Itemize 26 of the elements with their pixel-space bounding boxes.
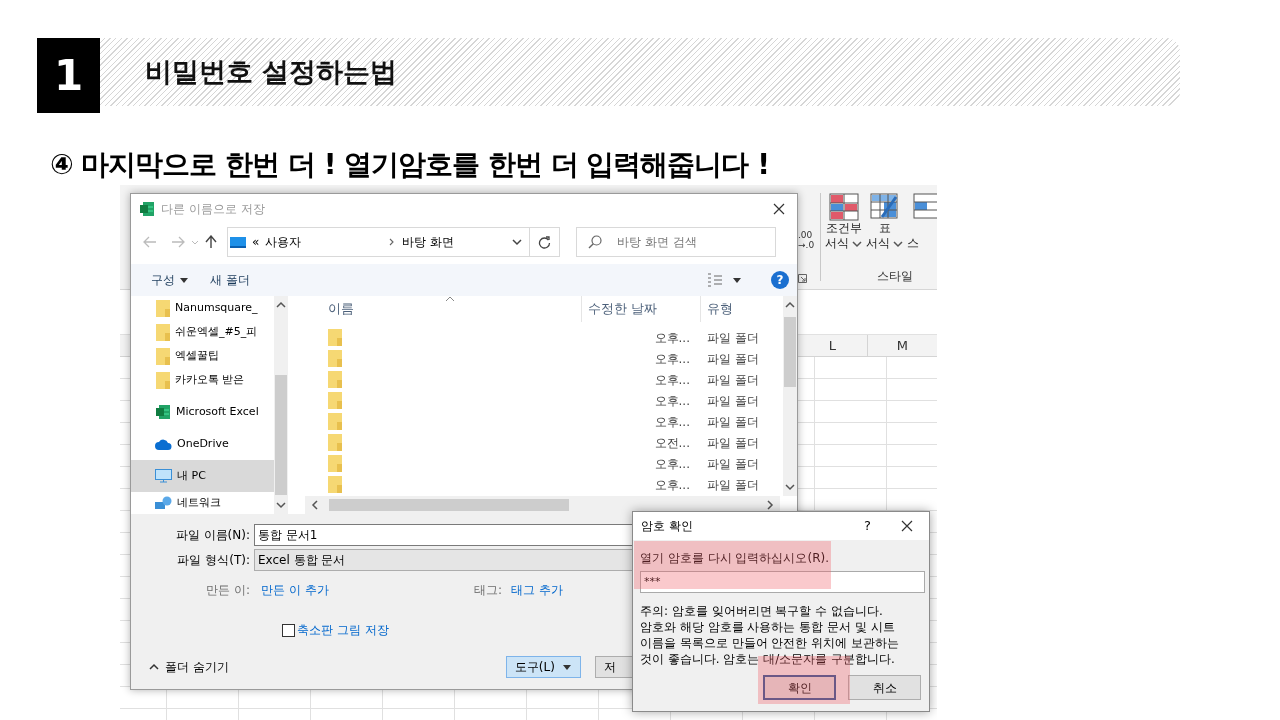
type-cell-text: 파일 폴더 bbox=[706, 371, 759, 389]
group-label: 스타일 bbox=[876, 268, 915, 285]
date-cell-text: 오후... bbox=[653, 455, 691, 473]
date-cell-text: 오후... bbox=[653, 476, 691, 494]
date-cell-text: 오후... bbox=[653, 392, 691, 410]
field-label: 만든 이: bbox=[205, 582, 251, 599]
step-heading: ④ 마지막으로 한번 더 ! 열기암호를 한번 더 입력해줍니다 ! bbox=[50, 147, 769, 183]
slide-number: 1 bbox=[37, 38, 100, 113]
date-cell-text: 오후... bbox=[653, 371, 691, 389]
type-cell-text: 파일 폴더 bbox=[706, 392, 759, 410]
type-cell-text: 파일 폴더 bbox=[706, 455, 759, 473]
date-cell-text: 오전... bbox=[653, 434, 691, 452]
type-cell-text: 파일 폴더 bbox=[706, 329, 759, 347]
date-cell-text: 오후... bbox=[653, 350, 691, 368]
dialog-title: 다른 이름으로 저장 bbox=[161, 201, 265, 218]
field-label: 태그: bbox=[474, 582, 504, 599]
type-cell-text: 파일 폴더 bbox=[706, 350, 759, 368]
warning-text: 주의: 암호를 잊어버리면 복구할 수 없습니다. 암호와 해당 암호를 사용하는 통합 문서 및 시트 이름을 목록으로 만들어 안전한 위치에 보관하는 것이 좋습니다. 암호는 대/소문자를 구분합니다. bbox=[640, 603, 901, 667]
type-cell-text: 파일 폴더 bbox=[706, 434, 759, 452]
type-cell-text: 파일 폴더 bbox=[706, 413, 759, 431]
field-label: 파일 형식(T): bbox=[176, 552, 251, 569]
field-label: 파일 이름(N): bbox=[174, 527, 251, 544]
slide-title: 비밀번호 설정하는법 bbox=[145, 54, 398, 89]
date-cell-text: 오후... bbox=[653, 329, 691, 347]
date-cell-text: 오후... bbox=[653, 413, 691, 431]
type-cell-text: 파일 폴더 bbox=[706, 476, 759, 494]
